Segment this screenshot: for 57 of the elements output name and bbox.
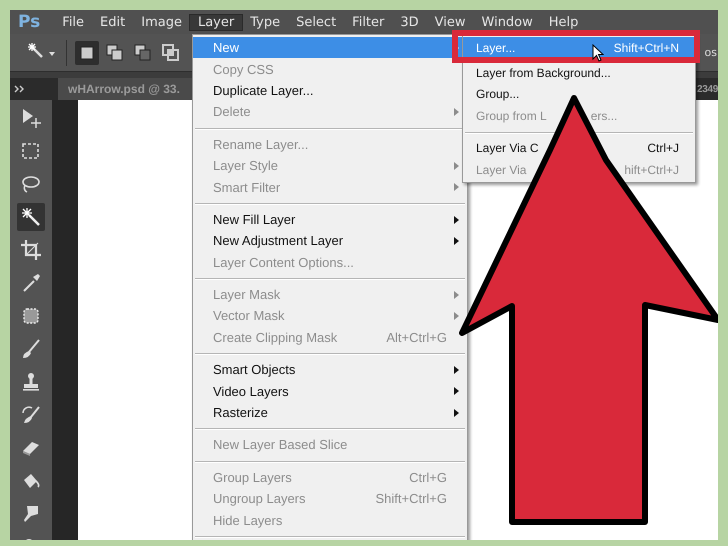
menu-item-label: ers... [590, 108, 618, 123]
menu-item[interactable]: View [426, 14, 474, 30]
menu-item[interactable]: Video Layers [193, 380, 467, 402]
menu-item[interactable]: Layer... Shift+Ctrl+N [463, 37, 695, 58]
menu-item-label: Rename Layer... [213, 136, 308, 152]
menu-item-label: New Fill Layer [213, 212, 296, 227]
app-logo[interactable]: Ps [10, 12, 54, 32]
shortcut-label: Shift+Ctrl+G [375, 491, 448, 506]
menu-item[interactable]: 3D [392, 14, 427, 30]
menu-item-label: Group Layers [213, 470, 292, 485]
menu-item-label: Hide Layers [213, 512, 282, 528]
menu-item-label: Video Layers [213, 384, 289, 399]
menu-item[interactable]: New Adjustment Layer [193, 230, 467, 252]
menu-item-label: Vector Mask [213, 308, 285, 324]
menu-item-label: Layer... [476, 40, 516, 55]
menu-item-label: Layer Via [476, 162, 526, 177]
menu-item-label: Rasterize [213, 405, 268, 420]
menu-item-label: New [213, 40, 240, 56]
menu-item[interactable]: Type [242, 14, 288, 30]
menu-item-label: Layer Via C [476, 141, 538, 156]
shortcut-label: Alt+Ctrl+G [386, 330, 448, 345]
menu-item-label: Create Clipping Mask [213, 330, 338, 345]
menu-item-label: Smart Objects [213, 362, 296, 378]
menu-item[interactable]: Rasterize [193, 402, 467, 424]
menu-item-label: Copy CSS [213, 62, 274, 77]
menu-item[interactable]: Edit [92, 14, 134, 30]
menu-item[interactable]: Help [540, 14, 586, 30]
menu-item-label: New Layer Based Slice [213, 437, 348, 452]
cursor-icon [592, 44, 604, 62]
option-label: os [704, 46, 718, 59]
shortcut-label: Ctrl+J [647, 141, 680, 156]
menu-item[interactable]: Image [133, 14, 190, 30]
menu-item[interactable]: Layer Via C Ctrl+J [463, 138, 695, 159]
menu-item-label: Layer Style [213, 158, 278, 174]
menu-item-label: Layer Content Options... [213, 254, 354, 270]
menu-item-label: Layer Mask [213, 287, 280, 302]
menu-item-label: Ungroup Layers [213, 491, 306, 506]
shortcut-label: hift+Ctrl+J [624, 162, 680, 177]
menu-item-label: Delete [213, 104, 251, 120]
menu-item[interactable]: Window [474, 14, 541, 30]
menu-item[interactable]: Group... [463, 84, 695, 106]
magic-wand-icon[interactable] [17, 203, 45, 231]
menu-item[interactable]: Layer [190, 14, 242, 30]
menu-item[interactable]: Smart Objects [193, 359, 467, 380]
menu-item[interactable]: File [54, 14, 92, 30]
menu-item[interactable]: Select [288, 14, 344, 30]
menu-item[interactable]: Layer from Background... [463, 62, 695, 84]
menu-item-label: Layer from Background... [476, 66, 611, 80]
menu-item-label: New Adjustment Layer [213, 233, 344, 248]
menu-item[interactable]: New Fill Layer [193, 208, 467, 230]
menu-item-label: Smart Filter [213, 180, 280, 195]
menu-item-label: Group from L [476, 108, 547, 123]
menu-item[interactable]: Filter [344, 14, 392, 30]
selection-mode-icon[interactable] [75, 40, 99, 64]
shortcut-label: Shift+Ctrl+N [614, 40, 680, 55]
shortcut-label: Ctrl+G [409, 470, 448, 485]
menu-item-label: Group... [476, 87, 520, 102]
